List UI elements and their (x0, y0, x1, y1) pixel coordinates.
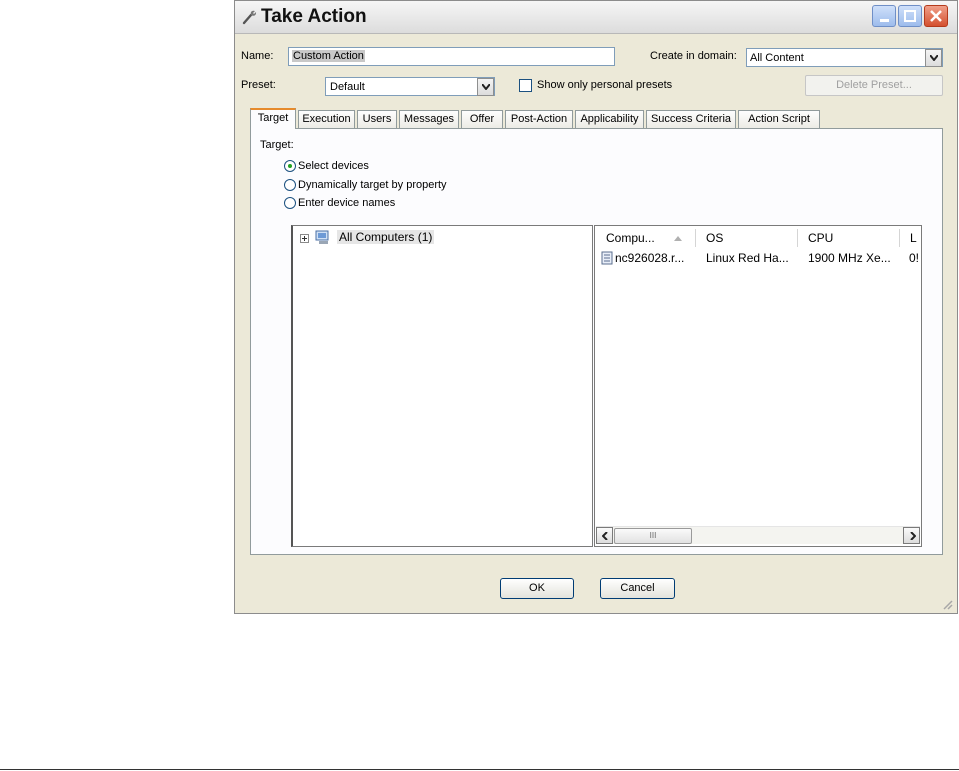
cell-computer: nc926028.r... (615, 251, 685, 265)
enter-device-names-label: Enter device names (298, 197, 396, 209)
tab-messages[interactable]: Messages (399, 110, 459, 128)
preset-select[interactable]: Default (325, 77, 495, 96)
minimize-icon (880, 19, 889, 22)
tab-success-criteria[interactable]: Success Criteria (646, 110, 736, 128)
title-bar[interactable]: Take Action (235, 1, 957, 34)
radio-selected-dot (288, 164, 292, 168)
enter-device-names-radio[interactable] (284, 197, 296, 209)
cell-last: 0! (909, 251, 920, 265)
name-label: Name: (241, 50, 274, 62)
column-header-last[interactable]: L (900, 229, 921, 247)
tab-action-script[interactable]: Action Script (738, 110, 820, 128)
tab-post-action[interactable]: Post-Action (505, 110, 573, 128)
ok-button[interactable]: OK (500, 578, 574, 599)
chevron-down-icon (930, 55, 938, 61)
chevron-down-icon (482, 84, 490, 90)
name-input[interactable]: Custom Action (288, 47, 615, 66)
maximize-button[interactable] (898, 5, 922, 27)
select-devices-label: Select devices (298, 160, 369, 172)
column-header-computer-label: Compu... (606, 231, 655, 245)
close-icon (930, 10, 942, 22)
domain-select[interactable]: All Content (746, 48, 943, 67)
cell-os: Linux Red Ha... (706, 251, 789, 265)
minimize-button[interactable] (872, 5, 896, 27)
close-button[interactable] (924, 5, 948, 27)
domain-select-value: All Content (750, 52, 804, 64)
scroll-right-button[interactable] (903, 527, 920, 544)
column-header-cpu[interactable]: CPU (798, 229, 900, 247)
dynamic-target-label: Dynamically target by property (298, 179, 447, 191)
horizontal-scrollbar[interactable]: III (596, 526, 920, 544)
name-input-value: Custom Action (292, 50, 365, 62)
maximize-icon (904, 10, 916, 22)
take-action-dialog: Take Action Name: Custom Action Create i… (234, 0, 958, 614)
cell-cpu: 1900 MHz Xe... (808, 251, 891, 265)
tab-target[interactable]: Target (250, 108, 296, 129)
delete-preset-button[interactable]: Delete Preset... (805, 75, 943, 96)
scroll-left-button[interactable] (596, 527, 613, 544)
scroll-thumb[interactable]: III (614, 528, 692, 544)
window-title: Take Action (261, 6, 367, 27)
target-heading: Target: (260, 139, 294, 151)
scroll-thumb-grip: III (649, 531, 657, 540)
tab-offer[interactable]: Offer (461, 110, 503, 128)
cancel-button[interactable]: Cancel (600, 578, 675, 599)
bottom-divider (0, 769, 959, 770)
tree-root-label[interactable]: All Computers (1) (337, 230, 435, 244)
column-header-os[interactable]: OS (696, 229, 798, 247)
tab-users[interactable]: Users (357, 110, 397, 128)
table-row[interactable]: nc926028.r... Linux Red Ha... 1900 MHz X… (596, 249, 921, 267)
chevron-left-icon (602, 532, 608, 540)
domain-label: Create in domain: (650, 50, 737, 62)
preset-select-value: Default (330, 81, 365, 93)
resize-grip-icon[interactable] (941, 598, 953, 610)
computer-icon (601, 251, 613, 265)
expand-icon[interactable] (300, 234, 309, 243)
personal-presets-checkbox[interactable] (519, 79, 532, 92)
chevron-right-icon (910, 532, 916, 540)
preset-label: Preset: (241, 79, 276, 91)
computers-group-icon (315, 230, 329, 244)
personal-presets-label: Show only personal presets (537, 79, 673, 91)
computer-tree[interactable]: All Computers (1) (291, 225, 593, 547)
preset-dropdown-button[interactable] (477, 78, 494, 96)
dynamic-target-radio[interactable] (284, 179, 296, 191)
select-devices-radio[interactable] (284, 160, 296, 172)
tab-execution[interactable]: Execution (298, 110, 355, 128)
column-header-computer[interactable]: Compu... (596, 229, 696, 247)
domain-dropdown-button[interactable] (925, 49, 942, 67)
computer-list[interactable]: Compu... OS CPU L nc926028.r... Linux Re… (594, 225, 922, 547)
sort-ascending-icon (674, 236, 682, 241)
tab-applicability[interactable]: Applicability (575, 110, 644, 128)
wrench-icon (242, 10, 257, 25)
